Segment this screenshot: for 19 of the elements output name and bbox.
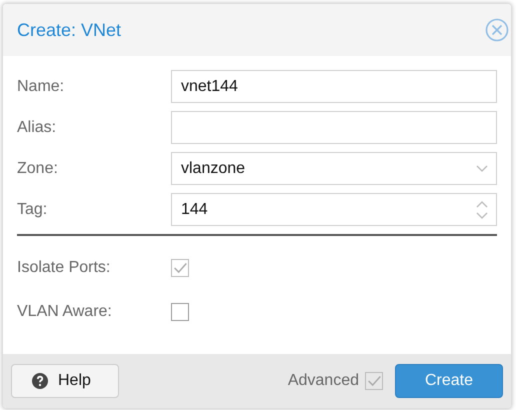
window-title: Create: VNet (17, 20, 122, 40)
field-label: Tag: (17, 200, 48, 218)
dropdown-field[interactable]: vlanzone (171, 152, 497, 185)
chevron-down-icon[interactable] (476, 164, 488, 172)
text-field[interactable]: vnet144 (171, 70, 497, 103)
checkbox-label: VLAN Aware: (17, 303, 113, 321)
checkbox[interactable] (171, 303, 189, 321)
advanced-label: Advanced (288, 372, 359, 390)
field-label: Name: (17, 78, 66, 96)
field-label: Alias: (17, 118, 58, 136)
spinner-icon[interactable] (476, 200, 488, 220)
number-field[interactable]: 144 (171, 193, 497, 226)
help-button[interactable]: Help (11, 364, 119, 398)
help-icon (32, 373, 48, 389)
advanced-checkbox[interactable] (365, 372, 383, 390)
field-label: Zone: (17, 160, 59, 178)
text-field[interactable] (171, 111, 497, 144)
close-icon[interactable] (485, 18, 509, 42)
checkbox-label: Isolate Ports: (17, 259, 112, 277)
